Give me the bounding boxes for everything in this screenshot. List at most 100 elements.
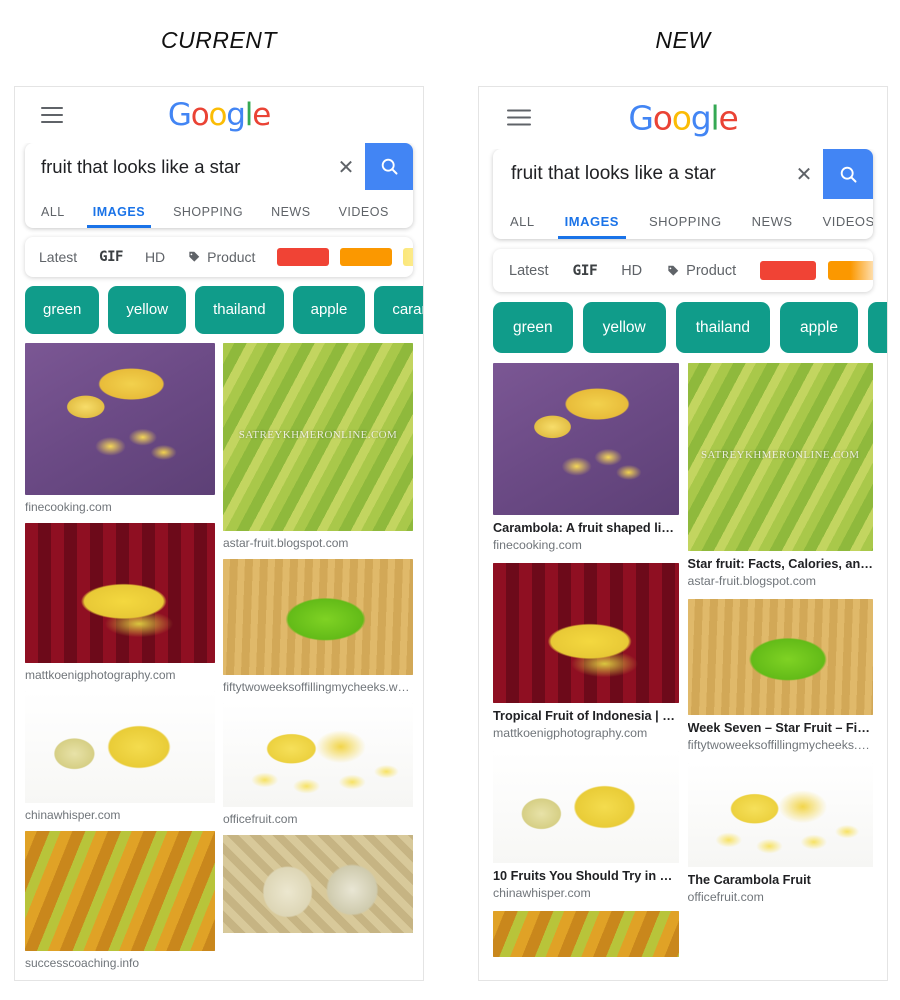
search-input[interactable]: fruit that looks like a star: [25, 156, 327, 178]
tab-news[interactable]: NEWS: [257, 205, 325, 228]
tab-all[interactable]: ALL: [495, 214, 550, 239]
color-swatch-red[interactable]: [760, 261, 817, 280]
filter-product[interactable]: Product: [187, 249, 255, 265]
filter-latest[interactable]: Latest: [39, 249, 77, 265]
tab-shopping[interactable]: SHOPPING: [634, 214, 737, 239]
image-result-tile[interactable]: SATREYKHMERONLINE.COM astar-fruit.blogspo…: [223, 343, 413, 550]
chip-green[interactable]: green: [25, 286, 100, 334]
image-result-tile[interactable]: finecooking.com: [25, 343, 215, 514]
result-domain[interactable]: finecooking.com: [25, 500, 215, 514]
image-result-tile[interactable]: Carambola: A fruit shaped like a st… fine…: [493, 363, 679, 552]
search-button[interactable]: [823, 149, 873, 199]
chip-yellow[interactable]: yellow: [108, 286, 187, 334]
chip-thailand[interactable]: thailand: [675, 302, 771, 353]
image-result-tile[interactable]: Tropical Fruit of Indonesia | Matt K… mat…: [493, 563, 679, 740]
result-thumbnail[interactable]: [223, 559, 413, 675]
image-result-tile[interactable]: fiftytwoweeksoffillingmycheeks.word…: [223, 559, 413, 694]
image-result-tile[interactable]: chinawhisper.com: [25, 691, 215, 822]
tab-videos[interactable]: VIDEOS: [325, 205, 403, 228]
search-row: fruit that looks like a star ✕: [493, 149, 873, 199]
result-thumbnail[interactable]: [223, 835, 413, 933]
result-domain[interactable]: astar-fruit.blogspot.com: [223, 536, 413, 550]
result-domain[interactable]: fiftytwoweeksoffillingmycheeks.word…: [223, 680, 413, 694]
result-domain[interactable]: fiftytwoweeksoffillingmycheeks.w…: [688, 738, 874, 752]
result-domain[interactable]: officefruit.com: [223, 812, 413, 826]
tab-news[interactable]: NEWS: [737, 214, 808, 239]
result-title[interactable]: Carambola: A fruit shaped like a st…: [493, 521, 679, 535]
result-domain[interactable]: chinawhisper.com: [25, 808, 215, 822]
result-title[interactable]: Tropical Fruit of Indonesia | Matt K…: [493, 709, 679, 723]
result-domain[interactable]: chinawhisper.com: [493, 886, 679, 900]
result-thumbnail[interactable]: [493, 363, 679, 515]
chip-thailand[interactable]: thailand: [195, 286, 284, 334]
result-thumbnail[interactable]: [493, 563, 679, 703]
chip-apple[interactable]: apple: [292, 286, 366, 334]
filter-gif[interactable]: GIF: [99, 249, 123, 265]
tab-videos[interactable]: VIDEOS: [808, 214, 873, 239]
hamburger-menu-icon[interactable]: [507, 109, 531, 127]
result-thumbnail[interactable]: [25, 343, 215, 495]
color-swatch-red[interactable]: [277, 248, 330, 266]
filter-latest[interactable]: Latest: [509, 263, 549, 279]
result-thumbnail[interactable]: [25, 691, 215, 803]
result-thumbnail[interactable]: [687, 763, 873, 867]
filter-hd[interactable]: HD: [621, 263, 642, 279]
tab-shopping[interactable]: SHOPPING: [159, 205, 257, 228]
tab-images[interactable]: IMAGES: [550, 214, 634, 239]
result-thumbnail[interactable]: [493, 751, 679, 863]
results-column-left: Carambola: A fruit shaped like a st… fine…: [493, 363, 679, 968]
result-thumbnail[interactable]: [25, 831, 215, 951]
search-input[interactable]: fruit that looks like a star: [493, 163, 785, 185]
thumbnail-image: [493, 563, 679, 703]
result-domain[interactable]: finecooking.com: [493, 538, 679, 552]
clear-icon[interactable]: ✕: [327, 157, 365, 177]
hamburger-menu-icon[interactable]: [41, 107, 63, 123]
tab-all[interactable]: ALL: [27, 205, 79, 228]
color-swatch-orange[interactable]: [828, 261, 873, 280]
clear-icon[interactable]: ✕: [785, 164, 823, 184]
result-title[interactable]: Week Seven – Star Fruit – Fifty-Tw…: [688, 721, 874, 735]
result-thumbnail[interactable]: [687, 599, 873, 715]
image-result-tile[interactable]: SATREYKHMERONLINE.COM Star fruit: Facts, …: [687, 363, 874, 588]
result-domain[interactable]: mattkoenigphotography.com: [25, 668, 215, 682]
image-watermark: SATREYKHMERONLINE.COM: [701, 449, 860, 462]
result-thumbnail[interactable]: [223, 703, 413, 807]
image-result-tile[interactable]: [223, 835, 413, 933]
result-thumbnail[interactable]: [493, 911, 679, 957]
image-result-tile[interactable]: The Carambola Fruit officefruit.com: [687, 763, 874, 904]
filter-hd[interactable]: HD: [145, 249, 165, 265]
chip-yellow[interactable]: yellow: [582, 302, 666, 353]
image-result-tile[interactable]: 10 Fruits You Should Try in China chinawh…: [493, 751, 679, 900]
result-title[interactable]: The Carambola Fruit: [688, 873, 874, 887]
image-result-tile[interactable]: Week Seven – Star Fruit – Fifty-Tw… fifty…: [687, 599, 874, 752]
image-result-tile[interactable]: officefruit.com: [223, 703, 413, 826]
search-button[interactable]: [365, 143, 413, 190]
result-thumbnail[interactable]: [25, 523, 215, 663]
filter-gif[interactable]: GIF: [573, 263, 598, 279]
column-heading-current: CURRENT: [161, 27, 277, 53]
chip-carambola[interactable]: carambola: [374, 286, 423, 334]
result-domain[interactable]: mattkoenigphotography.com: [493, 726, 679, 740]
result-thumbnail[interactable]: SATREYKHMERONLINE.COM: [223, 343, 413, 531]
result-thumbnail[interactable]: SATREYKHMERONLINE.COM: [687, 363, 873, 551]
image-result-tile[interactable]: mattkoenigphotography.com: [25, 523, 215, 682]
image-result-tile[interactable]: successcoaching.info: [25, 831, 215, 970]
color-swatch-orange[interactable]: [340, 248, 393, 266]
google-logo: Google: [628, 99, 738, 138]
logo-letter-g1: G: [167, 97, 192, 133]
result-title[interactable]: Star fruit: Facts, Calories, and whe…: [688, 557, 874, 571]
result-domain[interactable]: officefruit.com: [688, 890, 874, 904]
result-domain[interactable]: astar-fruit.blogspot.com: [688, 574, 874, 588]
color-swatch-yellow[interactable]: [403, 248, 413, 266]
result-domain[interactable]: successcoaching.info: [25, 956, 215, 970]
tab-maps[interactable]: MAPS: [403, 205, 413, 228]
result-title[interactable]: 10 Fruits You Should Try in China: [493, 869, 679, 883]
chip-apple[interactable]: apple: [780, 302, 858, 353]
tab-images[interactable]: IMAGES: [79, 205, 159, 228]
chip-green[interactable]: green: [493, 302, 573, 353]
chip-carambola[interactable]: carambola: [867, 302, 887, 353]
image-result-tile[interactable]: [493, 911, 679, 957]
thumbnail-image: [223, 559, 413, 675]
search-card: fruit that looks like a star ✕ ALL IMAGES…: [25, 143, 413, 228]
filter-product[interactable]: Product: [666, 263, 736, 279]
